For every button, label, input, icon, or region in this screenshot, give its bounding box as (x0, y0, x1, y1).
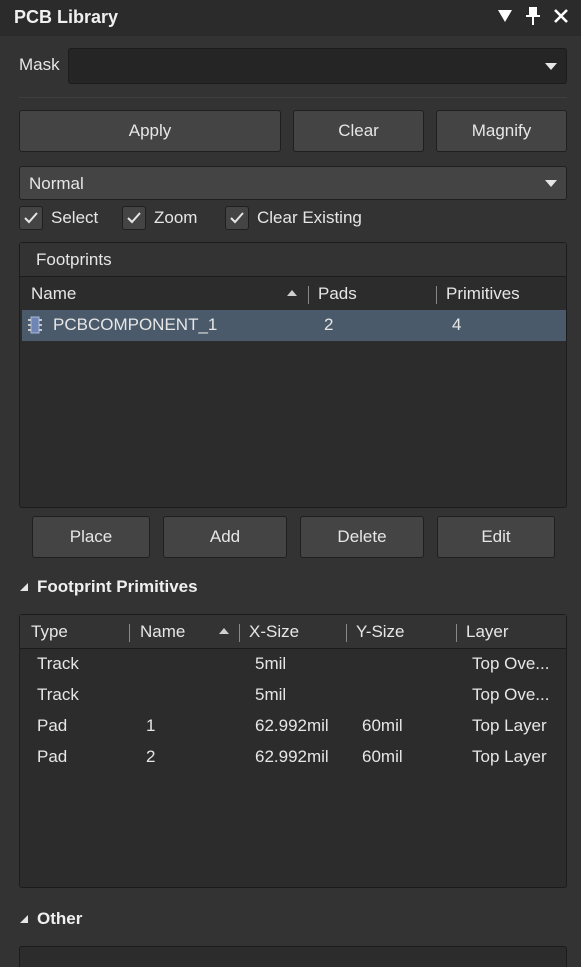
primitive-y-size: 60mil (362, 747, 403, 766)
other-section[interactable]: Other (19, 909, 82, 929)
checkbox-select-box[interactable] (19, 206, 43, 230)
mask-label: Mask (19, 55, 60, 74)
footprint-name: PCBCOMPONENT_1 (53, 315, 218, 334)
primitive-layer: Top Ove... (472, 685, 550, 704)
separator (19, 97, 567, 98)
primitives-group: Type Name X-Size Y-Size Layer Track 5mil… (19, 614, 567, 888)
panel-title: PCB Library (14, 7, 119, 27)
add-button[interactable]: Add (163, 516, 287, 558)
sort-ascending-icon[interactable] (219, 628, 229, 634)
primitive-x-size: 5mil (255, 685, 287, 704)
column-divider[interactable] (129, 624, 130, 642)
footprint-primitives: 4 (452, 315, 462, 334)
footprint-pads: 2 (324, 315, 334, 334)
panel-menu-icon[interactable] (495, 6, 515, 26)
sort-ascending-icon[interactable] (287, 290, 297, 296)
primitive-type: Track (37, 685, 79, 704)
checkbox-zoom-label: Zoom (154, 208, 198, 227)
table-row[interactable]: Track 5mil Top Ove... (20, 682, 566, 713)
primitive-type: Pad (37, 716, 68, 735)
mode-select-value: Normal (29, 174, 84, 193)
checkbox-select-label: Select (51, 208, 99, 227)
col-x-size[interactable]: X-Size (249, 622, 299, 642)
footprints-title: Footprints (36, 250, 112, 269)
column-divider[interactable] (436, 286, 437, 304)
table-row[interactable]: PCBCOMPONENT_1 2 4 (22, 310, 566, 341)
col-primitives[interactable]: Primitives (446, 284, 520, 304)
table-row[interactable]: Track 5mil Top Ove... (20, 651, 566, 682)
primitive-x-size: 62.992mil (255, 716, 329, 735)
column-divider[interactable] (346, 624, 347, 642)
pin-icon[interactable] (523, 6, 543, 26)
col-name[interactable]: Name (31, 284, 76, 304)
primitive-layer: Top Ove... (472, 654, 550, 673)
pcb-library-panel: PCB Library Mask Apply Clear Magnify Nor… (0, 0, 581, 967)
col-type[interactable]: Type (31, 622, 68, 642)
primitive-type: Pad (37, 747, 68, 766)
mode-select[interactable]: Normal (19, 166, 567, 200)
checkbox-clear-existing-label: Clear Existing (257, 208, 362, 227)
footprint-icon (26, 316, 44, 339)
primitive-y-size: 60mil (362, 716, 403, 735)
column-divider[interactable] (456, 624, 457, 642)
col-name[interactable]: Name (140, 622, 185, 642)
checkbox-zoom[interactable]: Zoom (122, 206, 197, 230)
primitive-x-size: 5mil (255, 654, 287, 673)
magnify-button[interactable]: Magnify (436, 110, 567, 152)
footprint-primitives-section[interactable]: Footprint Primitives (19, 577, 198, 597)
footprints-header: Footprints (20, 243, 566, 277)
col-pads[interactable]: Pads (318, 284, 357, 304)
apply-button[interactable]: Apply (19, 110, 281, 152)
mode-dropdown-icon[interactable] (545, 180, 557, 187)
footprints-group: Footprints Name Pads Primitives PCBCOMPO… (19, 242, 567, 508)
checkbox-clear-existing[interactable]: Clear Existing (225, 206, 362, 230)
checkbox-select[interactable]: Select (19, 206, 98, 230)
primitive-type: Track (37, 654, 79, 673)
checkbox-clear-existing-box[interactable] (225, 206, 249, 230)
primitive-name: 1 (146, 716, 156, 735)
column-divider[interactable] (239, 624, 240, 642)
primitive-layer: Top Layer (472, 747, 547, 766)
delete-button[interactable]: Delete (300, 516, 424, 558)
column-divider[interactable] (308, 286, 309, 304)
other-label: Other (37, 909, 83, 928)
col-y-size[interactable]: Y-Size (356, 622, 405, 642)
checkbox-zoom-box[interactable] (122, 206, 146, 230)
close-icon[interactable] (551, 6, 571, 26)
panel-titlebar: PCB Library (0, 0, 581, 36)
mask-combobox[interactable] (68, 48, 567, 84)
table-row[interactable]: Pad 2 62.992mil 60mil Top Layer (20, 744, 566, 775)
primitive-x-size: 62.992mil (255, 747, 329, 766)
primitive-layer: Top Layer (472, 716, 547, 735)
collapse-icon[interactable] (19, 909, 29, 929)
place-button[interactable]: Place (32, 516, 150, 558)
footprint-primitives-label: Footprint Primitives (37, 577, 198, 596)
other-group (19, 946, 567, 967)
table-row[interactable]: Pad 1 62.992mil 60mil Top Layer (20, 713, 566, 744)
col-layer[interactable]: Layer (466, 622, 509, 642)
mask-dropdown-icon[interactable] (545, 63, 557, 70)
collapse-icon[interactable] (19, 577, 29, 597)
titlebar-controls (495, 6, 571, 26)
clear-button[interactable]: Clear (293, 110, 424, 152)
edit-button[interactable]: Edit (437, 516, 555, 558)
primitive-name: 2 (146, 747, 156, 766)
